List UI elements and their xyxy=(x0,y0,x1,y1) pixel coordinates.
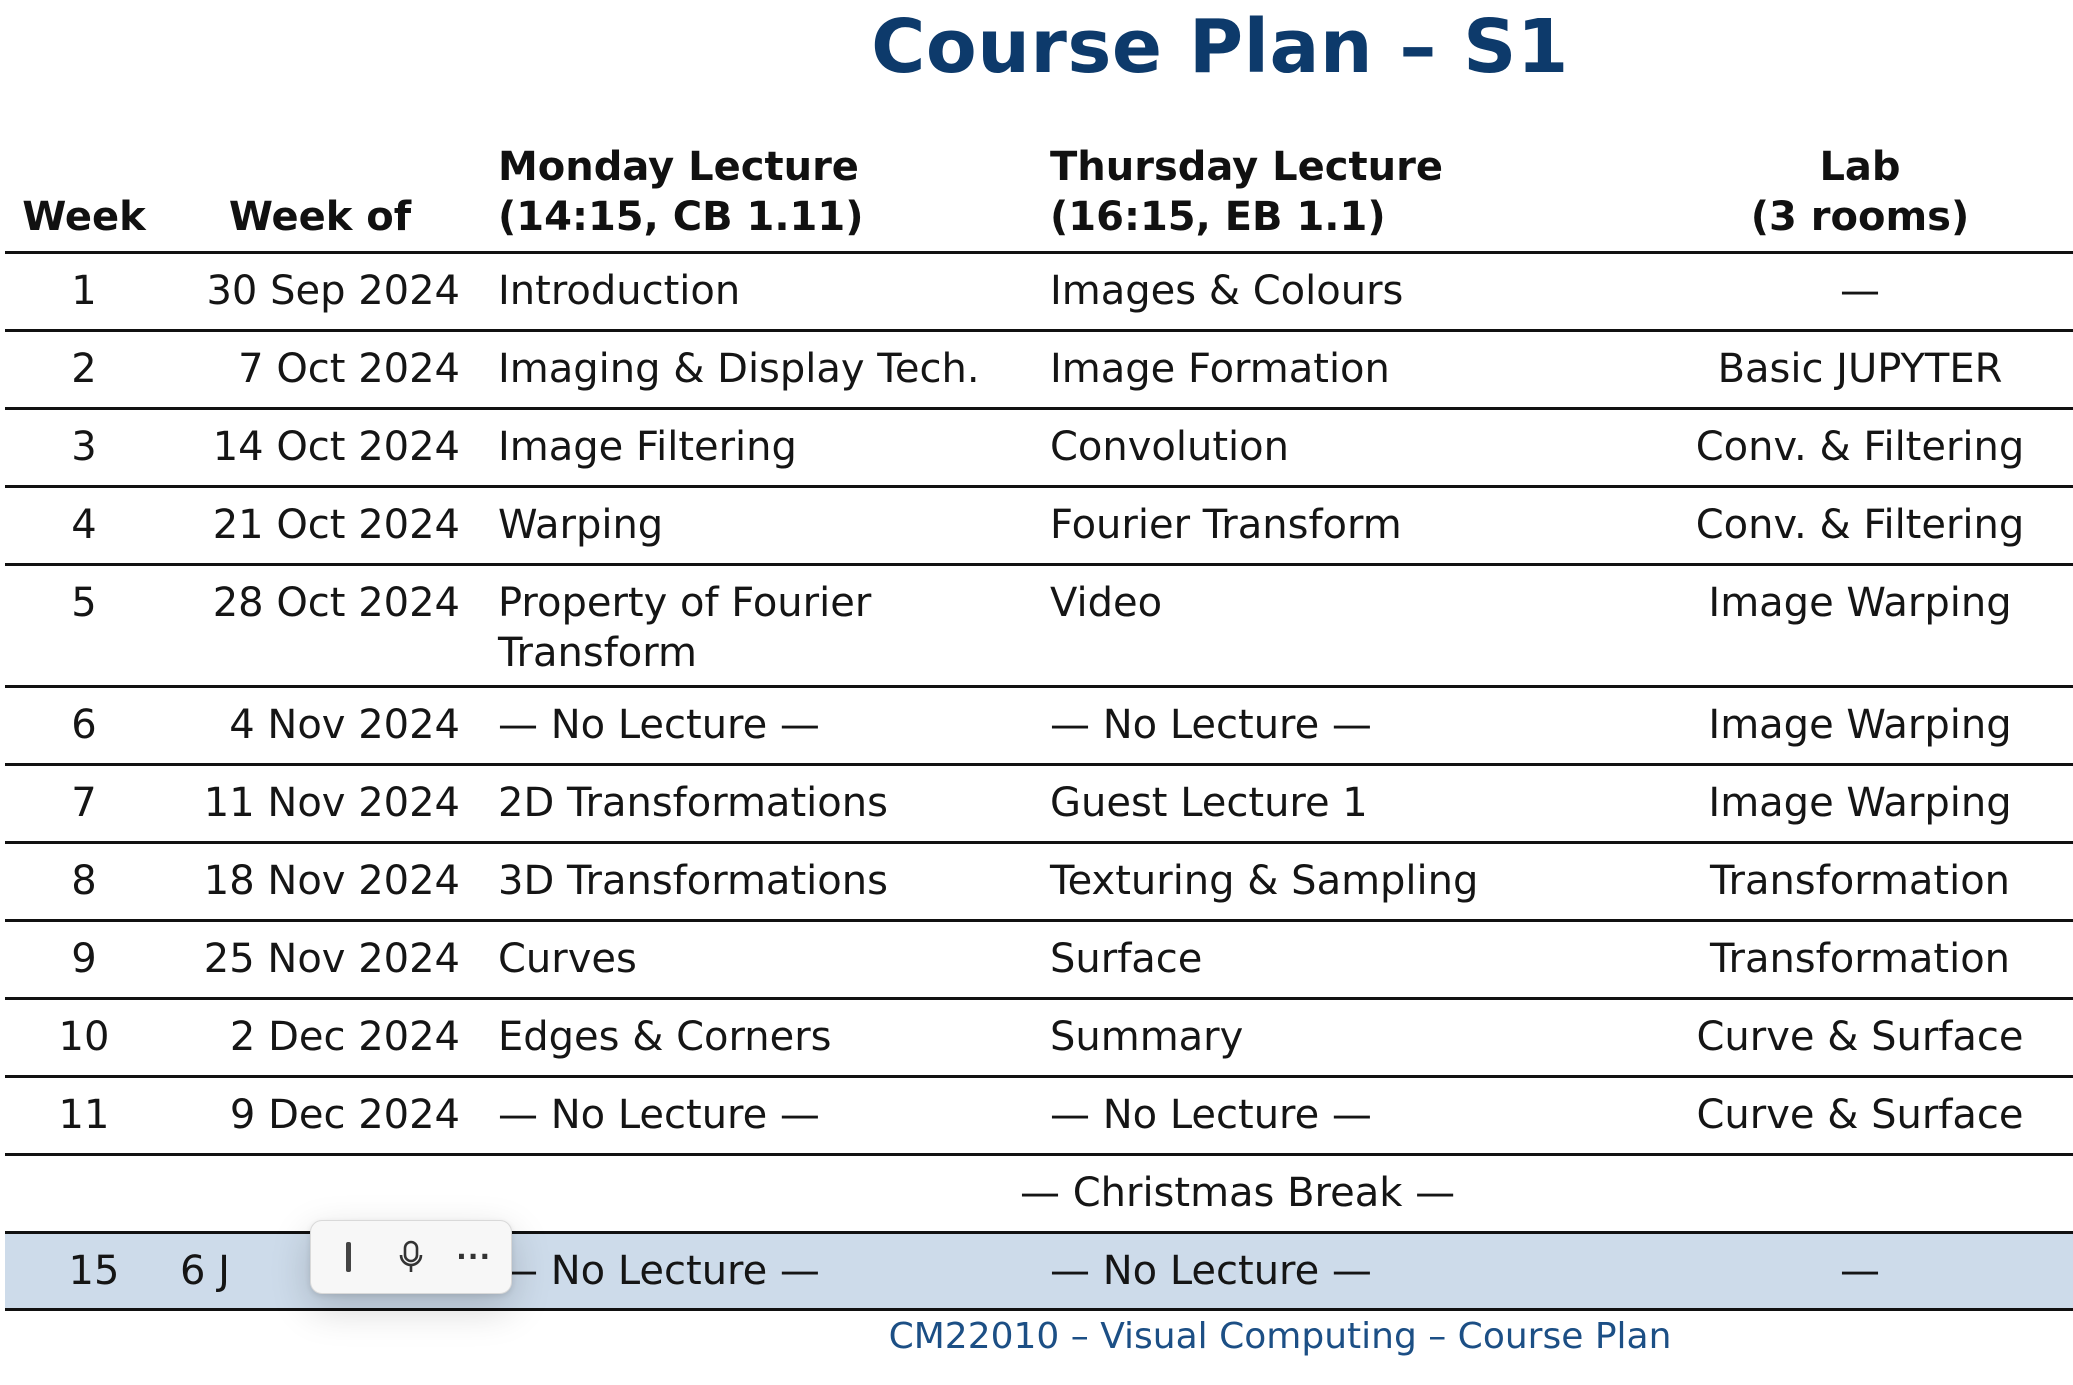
cell-week: 8 xyxy=(71,858,97,904)
cell-lab: Transformation xyxy=(1709,858,2011,904)
cell-week: 10 xyxy=(58,1014,110,1060)
cell-monday: — No Lecture — xyxy=(498,702,820,748)
cell-thursday: Video xyxy=(1050,580,1163,626)
cell-week-of: 4 Nov 2024 xyxy=(229,702,460,748)
cell-lab: Conv. & Filtering xyxy=(1695,502,2025,548)
table-row: 5 28 Oct 2024 Property of Fourier Transf… xyxy=(0,566,2073,686)
cell-lab: Image Warping xyxy=(1708,780,2012,826)
cell-monday: Curves xyxy=(498,936,637,982)
cell-lab: Image Warping xyxy=(1708,702,2012,748)
cell-week-of: 28 Oct 2024 xyxy=(212,580,460,626)
header-thursday-line1: Thursday Lecture xyxy=(1050,144,1443,190)
microphone-icon[interactable] xyxy=(387,1233,435,1281)
header-thursday: Thursday Lecture (16:15, EB 1.1) xyxy=(1050,142,1610,242)
cell-week-of: 18 Nov 2024 xyxy=(203,858,460,904)
table-row: 9 25 Nov 2024 Curves Surface Transformat… xyxy=(0,922,2073,998)
cell-monday: 2D Transformations xyxy=(498,780,888,826)
table-row: 2 7 Oct 2024 Imaging & Display Tech. Ima… xyxy=(0,332,2073,408)
cell-week-of: 9 Dec 2024 xyxy=(229,1092,460,1138)
break-row: — Christmas Break — xyxy=(0,1156,2073,1232)
cell-week-of: 30 Sep 2024 xyxy=(206,268,460,314)
cell-lab: Image Warping xyxy=(1708,580,2012,626)
cell-thursday: Surface xyxy=(1050,936,1203,982)
cell-monday: Warping xyxy=(498,502,664,548)
table-row: 1 30 Sep 2024 Introduction Images & Colo… xyxy=(0,254,2073,330)
more-icon[interactable]: ··· xyxy=(450,1233,498,1281)
page-title: Course Plan – S1 xyxy=(871,4,1569,90)
cell-week-of: 21 Oct 2024 xyxy=(212,502,460,548)
cell-monday: Imaging & Display Tech. xyxy=(498,346,980,392)
cell-monday: Property of Fourier Transform xyxy=(498,580,872,676)
cell-monday: Image Filtering xyxy=(498,424,797,470)
cell-monday: — No Lecture — xyxy=(498,1248,820,1294)
cell-lab: — xyxy=(1840,1248,1880,1294)
header-monday-line2: (14:15, CB 1.11) xyxy=(498,194,864,240)
cell-thursday: — No Lecture — xyxy=(1050,1248,1372,1294)
table-row: 11 9 Dec 2024 — No Lecture — — No Lectur… xyxy=(0,1078,2073,1154)
cell-week: 3 xyxy=(71,424,97,470)
cell-monday: Edges & Corners xyxy=(498,1014,832,1060)
cell-week-of: 25 Nov 2024 xyxy=(203,936,460,982)
cell-week-of: 2 Dec 2024 xyxy=(229,1014,460,1060)
cell-week: 9 xyxy=(71,936,97,982)
table-row: 7 11 Nov 2024 2D Transformations Guest L… xyxy=(0,766,2073,842)
cell-week-of: 14 Oct 2024 xyxy=(212,424,460,470)
cell-lab: Curve & Surface xyxy=(1696,1014,2024,1060)
header-week: Week xyxy=(22,194,146,240)
footer: CM22010 – Visual Computing – Course Plan xyxy=(888,1316,1672,1357)
cell-thursday: Image Formation xyxy=(1050,346,1390,392)
header-lab: Lab (3 rooms) xyxy=(1660,142,2060,242)
header-lab-line2: (3 rooms) xyxy=(1750,194,1970,240)
cell-monday: Introduction xyxy=(498,268,741,314)
table-header: Week Week of Monday Lecture (14:15, CB 1… xyxy=(0,140,2073,252)
cell-thursday: Convolution xyxy=(1050,424,1289,470)
cell-lab: Conv. & Filtering xyxy=(1695,424,2025,470)
cell-lab: Transformation xyxy=(1709,936,2011,982)
header-thursday-line2: (16:15, EB 1.1) xyxy=(1050,194,1386,240)
row-rule xyxy=(5,1308,2073,1311)
cell-week: 7 xyxy=(71,780,97,826)
christmas-break-label: — Christmas Break — xyxy=(1020,1170,1456,1216)
cell-thursday: Texturing & Sampling xyxy=(1050,858,1479,904)
cell-week: 5 xyxy=(71,580,97,626)
cell-thursday: Images & Colours xyxy=(1050,268,1404,314)
table-row: 10 2 Dec 2024 Edges & Corners Summary Cu… xyxy=(0,1000,2073,1076)
cell-week: 15 xyxy=(68,1248,120,1294)
cell-week-of: 7 Oct 2024 xyxy=(238,346,460,392)
cell-week: 1 xyxy=(71,268,97,314)
text-cursor-icon[interactable] xyxy=(324,1233,372,1281)
cell-thursday: Guest Lecture 1 xyxy=(1050,780,1368,826)
cell-monday: — No Lecture — xyxy=(498,1092,820,1138)
header-lab-line1: Lab xyxy=(1819,144,1901,190)
cell-week-of: 11 Nov 2024 xyxy=(203,780,460,826)
cell-week: 2 xyxy=(71,346,97,392)
cell-week: 4 xyxy=(71,502,97,548)
cell-thursday: — No Lecture — xyxy=(1050,702,1372,748)
cell-lab: Curve & Surface xyxy=(1696,1092,2024,1138)
cell-lab: — xyxy=(1840,268,1880,314)
header-week-of: Week of xyxy=(228,194,412,240)
header-monday-line1: Monday Lecture xyxy=(498,144,859,190)
cell-lab: Basic JUPYTER xyxy=(1717,346,2003,392)
cell-week: 6 xyxy=(71,702,97,748)
table-row: 3 14 Oct 2024 Image Filtering Convolutio… xyxy=(0,410,2073,486)
floating-toolbar: ··· xyxy=(310,1220,512,1294)
table-row: 4 21 Oct 2024 Warping Fourier Transform … xyxy=(0,488,2073,564)
cell-week: 11 xyxy=(58,1092,110,1138)
table-row: 6 4 Nov 2024 — No Lecture — — No Lecture… xyxy=(0,688,2073,764)
cell-thursday: Fourier Transform xyxy=(1050,502,1402,548)
cell-thursday: — No Lecture — xyxy=(1050,1092,1372,1138)
cell-monday: 3D Transformations xyxy=(498,858,888,904)
cell-thursday: Summary xyxy=(1050,1014,1244,1060)
header-monday: Monday Lecture (14:15, CB 1.11) xyxy=(498,142,1038,242)
table-row: 8 18 Nov 2024 3D Transformations Texturi… xyxy=(0,844,2073,920)
